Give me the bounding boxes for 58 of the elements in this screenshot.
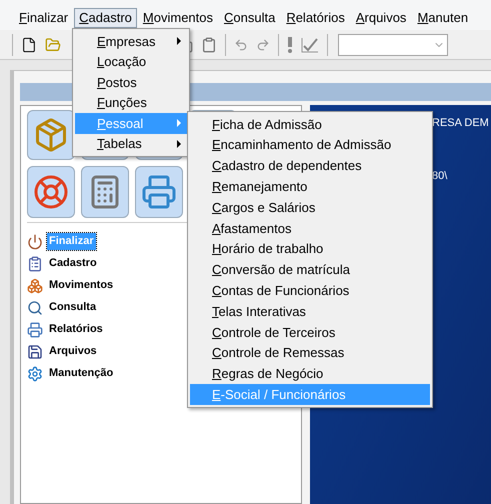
nav-item-icon <box>27 322 43 338</box>
menu-option[interactable]: Remanejamento <box>190 176 430 198</box>
menu-item[interactable]: Movimentos <box>138 8 218 28</box>
company-text: RESA DEM <box>432 116 490 131</box>
nav-item[interactable]: Manutenção <box>47 365 116 382</box>
nav-item-icon <box>27 234 43 250</box>
nav-item[interactable]: Relatórios <box>47 321 105 338</box>
exclamation-icon[interactable] <box>287 36 293 52</box>
nav-item-icon <box>27 344 43 360</box>
nav-item[interactable]: Arquivos <box>47 343 99 360</box>
nav-item-icon <box>27 278 43 294</box>
shortcut-button[interactable] <box>135 166 183 218</box>
menu-option[interactable]: Empresas <box>75 31 187 52</box>
shortcut-button[interactable] <box>81 166 129 218</box>
menu-option[interactable]: Tabelas <box>75 134 187 154</box>
nav-item-icon <box>27 300 43 316</box>
new-file-icon[interactable] <box>21 36 37 52</box>
menu-option[interactable]: Locação <box>75 52 187 72</box>
submenu-arrow-icon <box>177 140 181 148</box>
menu-option[interactable]: Conversão de matrícula <box>190 260 430 280</box>
path-text: 80\ <box>432 168 448 184</box>
chart-check-icon[interactable] <box>301 36 319 52</box>
menu-item[interactable]: Arquivos <box>350 8 412 28</box>
undo-icon[interactable] <box>234 38 248 52</box>
menu-option[interactable]: Controle de Terceiros <box>190 322 430 343</box>
menu-option[interactable]: Cadastro de dependentes <box>190 156 430 176</box>
menu-option[interactable]: Telas Interativas <box>190 301 430 322</box>
menu-item[interactable]: Consulta <box>219 8 280 28</box>
combo-box[interactable] <box>338 34 448 56</box>
menu-item[interactable]: Manuten <box>412 8 474 28</box>
printer-icon <box>141 174 177 210</box>
package-icon <box>33 117 69 153</box>
nav-item-icon <box>27 366 43 382</box>
paste-icon[interactable] <box>201 36 217 52</box>
menu-option[interactable]: Cargos e Salários <box>190 197 430 218</box>
menu-option[interactable]: Ficha de Admissão <box>190 114 430 135</box>
menu-option[interactable]: Funções <box>75 92 187 113</box>
submenu-arrow-icon <box>177 37 181 46</box>
shortcut-button[interactable] <box>27 166 75 218</box>
menu-item[interactable]: Cadastro <box>74 8 137 28</box>
submenu-arrow-icon <box>177 119 181 128</box>
shortcut-button[interactable] <box>27 110 75 160</box>
menu-option[interactable]: Regras de Negócio <box>190 364 430 384</box>
menu-option[interactable]: Horário de trabalho <box>190 238 430 260</box>
menu-option[interactable]: Postos <box>75 72 187 92</box>
nav-item[interactable]: Cadastro <box>47 255 99 272</box>
nav-item[interactable]: Consulta <box>47 299 98 316</box>
lifebuoy-icon <box>33 174 69 210</box>
menu-option[interactable]: Controle de Remessas <box>190 342 430 364</box>
redo-icon[interactable] <box>256 38 270 52</box>
menu-option[interactable]: Afastamentos <box>190 218 430 239</box>
menu-item[interactable]: Finalizar <box>14 8 74 28</box>
open-folder-icon[interactable] <box>45 36 61 52</box>
nav-item[interactable]: Movimentos <box>47 277 116 294</box>
menu-option[interactable]: Contas de Funcionários <box>190 280 430 302</box>
menu-item[interactable]: Relatórios <box>281 8 350 28</box>
nav-item-icon <box>27 256 43 272</box>
menu-option[interactable]: Encaminhamento de Admissão <box>190 134 430 156</box>
